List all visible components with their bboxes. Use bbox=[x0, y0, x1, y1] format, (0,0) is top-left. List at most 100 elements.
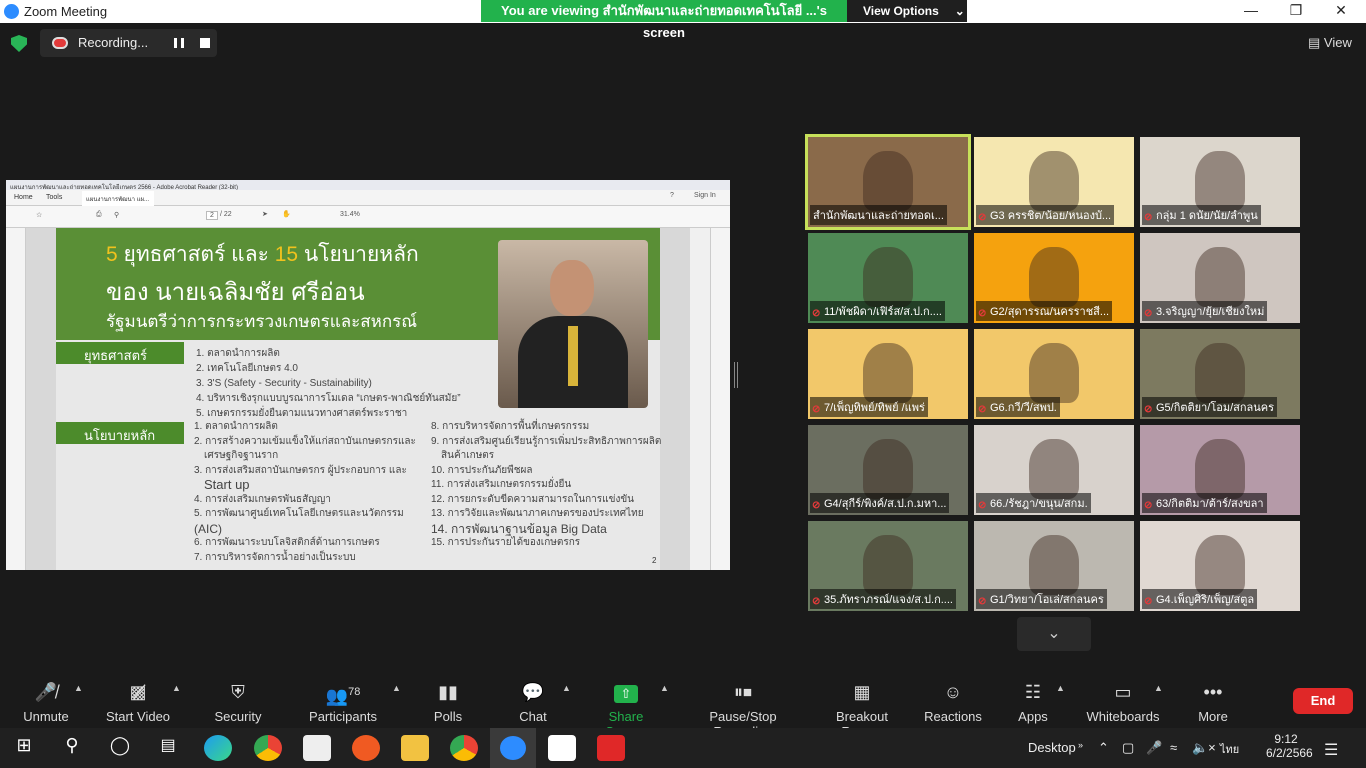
bookmark-icon[interactable]: ☆ bbox=[36, 211, 42, 219]
mic-muted-icon: ⊘ bbox=[978, 308, 987, 319]
mail-icon[interactable] bbox=[303, 735, 331, 761]
desktop-chevron-icon[interactable]: » bbox=[1078, 740, 1083, 750]
sign-in-link[interactable]: Sign In bbox=[694, 192, 716, 199]
slide-title-mid: ยุทธศาสตร์ และ bbox=[117, 243, 275, 266]
edge-icon[interactable] bbox=[204, 735, 232, 761]
clock-date: 6/2/2566 bbox=[1266, 746, 1313, 760]
next-page-chevron-down-icon[interactable]: ⌄ bbox=[1017, 617, 1091, 651]
recording-label: Recording... bbox=[78, 35, 149, 50]
share-caret-icon[interactable]: ▲ bbox=[660, 683, 669, 693]
app-orange-icon[interactable] bbox=[352, 735, 380, 761]
desktop-toolbar[interactable]: Desktop bbox=[1028, 740, 1076, 755]
stop-recording-button[interactable] bbox=[200, 38, 210, 48]
participant-tile[interactable]: ⊘ G3 ครรชิต/น้อย/หนองบั... bbox=[974, 137, 1134, 227]
mic-tray-icon[interactable]: 🎤 bbox=[1146, 740, 1162, 756]
reactions-button[interactable]: ☺ Reactions bbox=[924, 681, 982, 724]
participant-tile[interactable]: ⊘ 3.จริญญา/ยุ้ย/เชียงใหม่ bbox=[1140, 233, 1300, 323]
participant-tile[interactable]: ⊘ G1/วิทยา/โอเล่/สกลนคร bbox=[974, 521, 1134, 611]
encryption-shield-icon[interactable] bbox=[11, 35, 27, 52]
more-button[interactable]: ••• More bbox=[1196, 681, 1230, 724]
strategy-item: 1. ตลาดนำการผลิต bbox=[196, 348, 280, 359]
battery-icon[interactable]: ▢ bbox=[1122, 740, 1134, 756]
participant-silhouette bbox=[863, 439, 913, 499]
menu-home[interactable]: Home bbox=[14, 194, 33, 201]
start-video-button[interactable]: ▩̸ Start Video bbox=[104, 681, 172, 724]
audio-options-caret-icon[interactable]: ▲ bbox=[74, 683, 83, 693]
cursor-icon[interactable]: ➤ bbox=[262, 210, 268, 218]
unmute-button[interactable]: 🎤̸ Unmute bbox=[18, 681, 74, 724]
hand-icon[interactable]: ✋ bbox=[282, 210, 291, 218]
zoom-taskbar-active[interactable] bbox=[490, 728, 536, 768]
menu-tools[interactable]: Tools bbox=[46, 194, 62, 201]
video-options-caret-icon[interactable]: ▲ bbox=[172, 683, 181, 693]
volume-mute-icon[interactable]: 🔈× bbox=[1192, 740, 1216, 756]
task-view-icon[interactable]: ▤ bbox=[154, 735, 182, 761]
reactions-smiley-icon: ☺ bbox=[943, 682, 963, 702]
participant-name: สำนักพัฒนาและถ่ายทอดเ... bbox=[810, 205, 947, 225]
clock[interactable]: 9:12 6/2/2566 bbox=[1266, 732, 1313, 760]
strategy-item: 4. บริหารเชิงรุกแบบบูรณาการโมเดล “เกษตร-… bbox=[196, 393, 461, 404]
participants-button[interactable]: 👥78 Participants bbox=[308, 681, 378, 724]
apps-button[interactable]: ☷ Apps bbox=[1016, 681, 1050, 724]
clapper-icon[interactable] bbox=[548, 735, 576, 761]
participant-tile[interactable]: ⊘ กลุ่ม 1 ดนัย/นัย/ลำพูน bbox=[1140, 137, 1300, 227]
participant-tile[interactable]: ⊘ 11/พัชผิดา/เฟิร์ส/ส.ป.ก.... bbox=[808, 233, 968, 323]
help-icon[interactable]: ? bbox=[670, 192, 674, 199]
participant-name: 11/พัชผิดา/เฟิร์ส/ส.ป.ก.... bbox=[810, 301, 945, 321]
view-options-button[interactable]: View Options ⌄ bbox=[847, 0, 967, 22]
security-button[interactable]: ⛨ Security bbox=[212, 681, 264, 724]
participant-tile[interactable]: ⊘ G4/สุกีร์/พิงค์/ส.ป.ก.มหา... bbox=[808, 425, 968, 515]
participant-tile[interactable]: ⊘ 63/กิตติมา/ต้าร์/สงขลา bbox=[1140, 425, 1300, 515]
tray-up-icon[interactable]: ⌃ bbox=[1098, 740, 1109, 756]
participant-tile[interactable]: ⊘ 66./รัชฎา/ขนุน/สกม. bbox=[974, 425, 1134, 515]
file-explorer-icon[interactable] bbox=[401, 735, 429, 761]
print-icon[interactable]: ⎙ bbox=[96, 211, 102, 219]
search-icon[interactable]: ⚲ bbox=[114, 211, 119, 219]
participant-name: G5/กิตติยา/โอม/สกลนคร bbox=[1142, 397, 1278, 417]
polls-button[interactable]: ▮▮ Polls bbox=[428, 681, 468, 724]
shared-screen[interactable]: แผนงานการพัฒนาและถ่ายทอดเทคโนโลยีเกษตร 2… bbox=[6, 180, 730, 570]
cortana-icon[interactable]: ◯ bbox=[106, 735, 134, 761]
participant-tile[interactable]: ⊘ G6.กวี/วี/สพป. bbox=[974, 329, 1134, 419]
pause-recording-button[interactable] bbox=[174, 38, 184, 48]
acrobat-pdf-icon[interactable] bbox=[597, 735, 625, 761]
slide-title-num1: 5 bbox=[106, 243, 118, 266]
participants-count: 78 bbox=[348, 686, 361, 698]
participant-tile[interactable]: ⊘ 35.ภัทราภรณ์/แจง/ส.ป.ก.... bbox=[808, 521, 968, 611]
whiteboards-caret-icon[interactable]: ▲ bbox=[1154, 683, 1163, 693]
participant-tile[interactable]: ⊘ 7/เพ็ญทิพย์/ทิพย์ /แพร่ bbox=[808, 329, 968, 419]
split-resize-handle[interactable] bbox=[734, 362, 738, 388]
participant-tile[interactable]: ⊘ G5/กิตติยา/โอม/สกลนคร bbox=[1140, 329, 1300, 419]
wifi-icon[interactable]: ≈ bbox=[1170, 740, 1177, 755]
slide-title-num2: 15 bbox=[274, 243, 299, 266]
apps-caret-icon[interactable]: ▲ bbox=[1056, 683, 1065, 693]
search-taskbar-icon[interactable]: ⚲ bbox=[58, 735, 86, 761]
view-label: View bbox=[1323, 35, 1352, 50]
participant-name: 7/เพ็ญทิพย์/ทิพย์ /แพร่ bbox=[810, 397, 928, 417]
input-language[interactable]: ไทย bbox=[1220, 740, 1239, 758]
slide-title-end: นโยบายหลัก bbox=[298, 243, 419, 266]
participants-caret-icon[interactable]: ▲ bbox=[392, 683, 401, 693]
whiteboards-button[interactable]: ▭ Whiteboards bbox=[1086, 681, 1160, 724]
participant-silhouette bbox=[1195, 343, 1245, 403]
close-button[interactable]: ✕ bbox=[1326, 2, 1356, 20]
participant-tile[interactable]: ⊘ G2/สุดารรณ/นครราชสี... bbox=[974, 233, 1134, 323]
notifications-icon[interactable]: ☰ bbox=[1324, 740, 1338, 760]
chat-button[interactable]: 💬 Chat bbox=[514, 681, 552, 724]
maximize-button[interactable]: ❐ bbox=[1281, 2, 1311, 20]
document-tab[interactable]: แผนงานการพัฒนา แผ... bbox=[82, 191, 154, 206]
chrome-profile-icon[interactable] bbox=[450, 735, 478, 761]
end-meeting-button[interactable]: End bbox=[1293, 688, 1353, 714]
page-input[interactable]: 2 bbox=[206, 211, 218, 220]
chrome-icon[interactable] bbox=[254, 735, 282, 761]
policy-label-text: นโยบายหลัก bbox=[84, 428, 156, 443]
pause-stop-icon: ⏸⏹ bbox=[734, 682, 752, 702]
start-windows-icon[interactable]: ⊞ bbox=[10, 735, 38, 761]
participant-tile[interactable]: ⊘ G4.เพ็ญศิริ/เพ็ญ/สตูล bbox=[1140, 521, 1300, 611]
view-button[interactable]: ▤ View bbox=[1308, 35, 1352, 51]
zoom-level[interactable]: 31.4% bbox=[340, 211, 360, 218]
clock-time: 9:12 bbox=[1274, 732, 1298, 746]
participant-tile[interactable]: สำนักพัฒนาและถ่ายทอดเ... bbox=[805, 134, 971, 230]
chat-caret-icon[interactable]: ▲ bbox=[562, 683, 571, 693]
minimize-button[interactable]: — bbox=[1236, 2, 1266, 20]
